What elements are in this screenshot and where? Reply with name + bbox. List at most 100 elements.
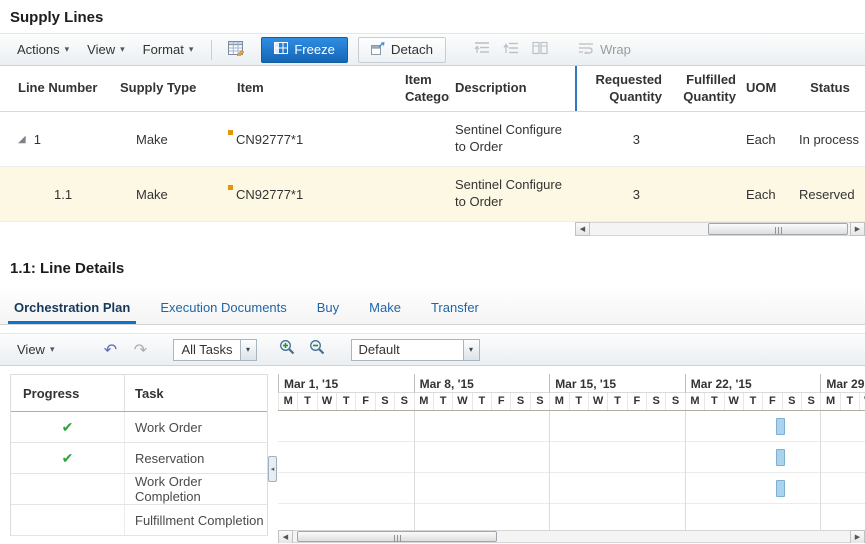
table-row[interactable]: ◢ 1 Make CN92777*1 Sentinel Configure to Ord…	[0, 112, 865, 167]
supply-lines-title: Supply Lines	[10, 9, 104, 26]
tab-execution-documents[interactable]: Execution Documents	[160, 290, 286, 324]
cell-fulfilled-quantity	[670, 167, 740, 221]
timeline-week-label: Mar 8, '15	[413, 374, 550, 393]
gantt-progress-cell: ✔	[11, 443, 125, 473]
timeline-day-label: T	[568, 393, 588, 410]
gantt-task-row[interactable]: ✔ Work Order	[11, 412, 267, 443]
week-gridline	[549, 411, 551, 535]
timeline-day-label: S	[665, 393, 684, 410]
task-filter-value: All Tasks	[173, 338, 240, 361]
table-row[interactable]: 1.1 Make CN92777*1 Sentinel Configure to Or…	[0, 167, 865, 222]
gantt-chart: Mar 1, '15 M T W T F S S Mar 8, '15 M T W T F S S Mar 15…	[278, 374, 865, 543]
wrap-button[interactable]: Wrap	[578, 42, 631, 57]
column-header-line-number[interactable]: Line Number	[10, 66, 110, 111]
cell-description: Sentinel Configure to Order	[455, 177, 562, 209]
redo-button[interactable]: ↷	[127, 340, 153, 360]
timeline-day-label: M	[549, 393, 568, 410]
gantt-splitter[interactable]: ◂	[268, 374, 278, 543]
scroll-left-arrow-icon[interactable]: ◀	[278, 530, 293, 543]
timeline-day-label: S	[510, 393, 529, 410]
column-header-status[interactable]: Status	[795, 66, 865, 111]
undo-button[interactable]: ↶	[97, 340, 123, 360]
item-value: CN92777*1	[236, 131, 304, 147]
tab-orchestration-plan[interactable]: Orchestration Plan	[7, 290, 137, 324]
timeline-day-label: F	[762, 393, 781, 410]
supply-table-horizontal-scrollbar[interactable]: ◀ ▶	[575, 222, 865, 236]
timeline-week-label: Mar 22, '15	[684, 374, 821, 393]
cell-uom: Each	[746, 131, 776, 147]
scroll-right-arrow-icon[interactable]: ▶	[850, 222, 865, 236]
scrollbar-thumb[interactable]	[297, 531, 497, 542]
line-details-tab-bar: Orchestration Plan Execution Documents Buy…	[0, 290, 865, 325]
tab-buy[interactable]: Buy	[317, 290, 339, 324]
timeline-week: Mar 22, '15 M T W T F S S	[684, 374, 821, 410]
timeline-days: MTWTFSS	[684, 393, 821, 410]
gantt-progress-header: Progress	[11, 375, 125, 411]
freeze-icon	[274, 42, 289, 57]
item-value: CN92777*1	[236, 186, 304, 202]
expand-toggle-icon[interactable]: ◢	[18, 134, 26, 145]
go-up-icon[interactable]	[503, 41, 519, 58]
gantt-task-row[interactable]: ✔ Reservation	[11, 443, 267, 474]
zoom-in-button[interactable]	[275, 339, 301, 360]
timeline-day-label: W	[859, 393, 865, 410]
scrollbar-track[interactable]	[293, 530, 850, 543]
detach-button[interactable]: Detach	[357, 36, 447, 63]
cell-status: Reserved	[799, 186, 855, 202]
timeline-day-label: S	[529, 393, 549, 410]
format-menu-button[interactable]: Format ▾	[134, 38, 203, 62]
go-to-top-icon[interactable]	[474, 41, 490, 58]
week-gridline	[413, 411, 415, 535]
tab-make[interactable]: Make	[369, 290, 401, 324]
column-header-supply-type[interactable]: Supply Type	[110, 66, 215, 111]
gantt-task-row[interactable]: Work Order Completion	[11, 474, 267, 505]
gantt-view-menu-button[interactable]: View ▾	[8, 338, 63, 362]
view-menu-button[interactable]: View ▾	[78, 38, 133, 62]
zoom-level-select[interactable]: Default ▾	[350, 338, 480, 361]
task-filter-select[interactable]: All Tasks ▾	[173, 338, 257, 361]
column-header-description[interactable]: Description	[450, 66, 575, 111]
wrap-button-label: Wrap	[600, 42, 631, 57]
cell-uom: Each	[746, 186, 776, 202]
detach-icon	[370, 41, 385, 58]
cell-requested-quantity: 3	[632, 186, 640, 202]
timeline-day-label: S	[394, 393, 413, 410]
column-header-requested-quantity[interactable]: Requested Quantity	[575, 66, 670, 111]
gantt-table-body: ✔ Work Order ✔ Reservation Work Order Comple…	[11, 412, 267, 536]
gantt-progress-cell: ✔	[11, 412, 125, 442]
actions-menu-button[interactable]: Actions ▾	[8, 38, 78, 62]
cell-description: Sentinel Configure to Order	[455, 122, 562, 154]
scroll-right-arrow-icon[interactable]: ▶	[850, 530, 865, 543]
gantt-task-row[interactable]: Fulfillment Completion	[11, 505, 267, 536]
scrollbar-track[interactable]	[590, 222, 850, 236]
column-header-item-category[interactable]: Item Category	[400, 66, 450, 111]
columns-icon[interactable]	[532, 41, 548, 58]
gantt-bar[interactable]	[775, 418, 785, 435]
cell-supply-type: Make	[136, 186, 168, 202]
format-menu-label: Format	[142, 42, 184, 57]
timeline-days: MTWTFSS	[413, 393, 550, 410]
timeline-day-label: T	[607, 393, 626, 410]
timeline-days: MTWTFSS	[278, 393, 414, 410]
column-header-fulfilled-quantity[interactable]: Fulfilled Quantity	[670, 66, 740, 111]
scrollbar-thumb[interactable]	[708, 223, 848, 235]
gantt-bar[interactable]	[775, 480, 785, 497]
line-number-value: 1.1	[54, 186, 73, 202]
export-to-excel-button[interactable]	[221, 38, 249, 62]
column-header-uom[interactable]: UOM	[740, 66, 795, 111]
gantt-chart-body	[278, 411, 865, 535]
caret-down-icon[interactable]: ▾	[239, 338, 257, 361]
scroll-left-arrow-icon[interactable]: ◀	[575, 222, 590, 236]
zoom-out-button[interactable]	[305, 339, 331, 360]
caret-down-icon[interactable]: ▾	[462, 338, 480, 361]
cell-item: CN92777*1	[215, 112, 400, 166]
timeline-day-label: M	[684, 393, 704, 410]
disabled-toolbar-icons	[474, 41, 548, 58]
line-number-value: 1	[33, 131, 41, 147]
splitter-collapse-icon[interactable]: ◂	[268, 456, 277, 482]
freeze-button[interactable]: Freeze	[261, 36, 348, 63]
column-header-item[interactable]: Item	[215, 66, 400, 111]
gantt-horizontal-scrollbar[interactable]: ◀ ▶	[278, 530, 865, 543]
tab-transfer[interactable]: Transfer	[431, 290, 479, 324]
gantt-bar[interactable]	[775, 449, 785, 466]
